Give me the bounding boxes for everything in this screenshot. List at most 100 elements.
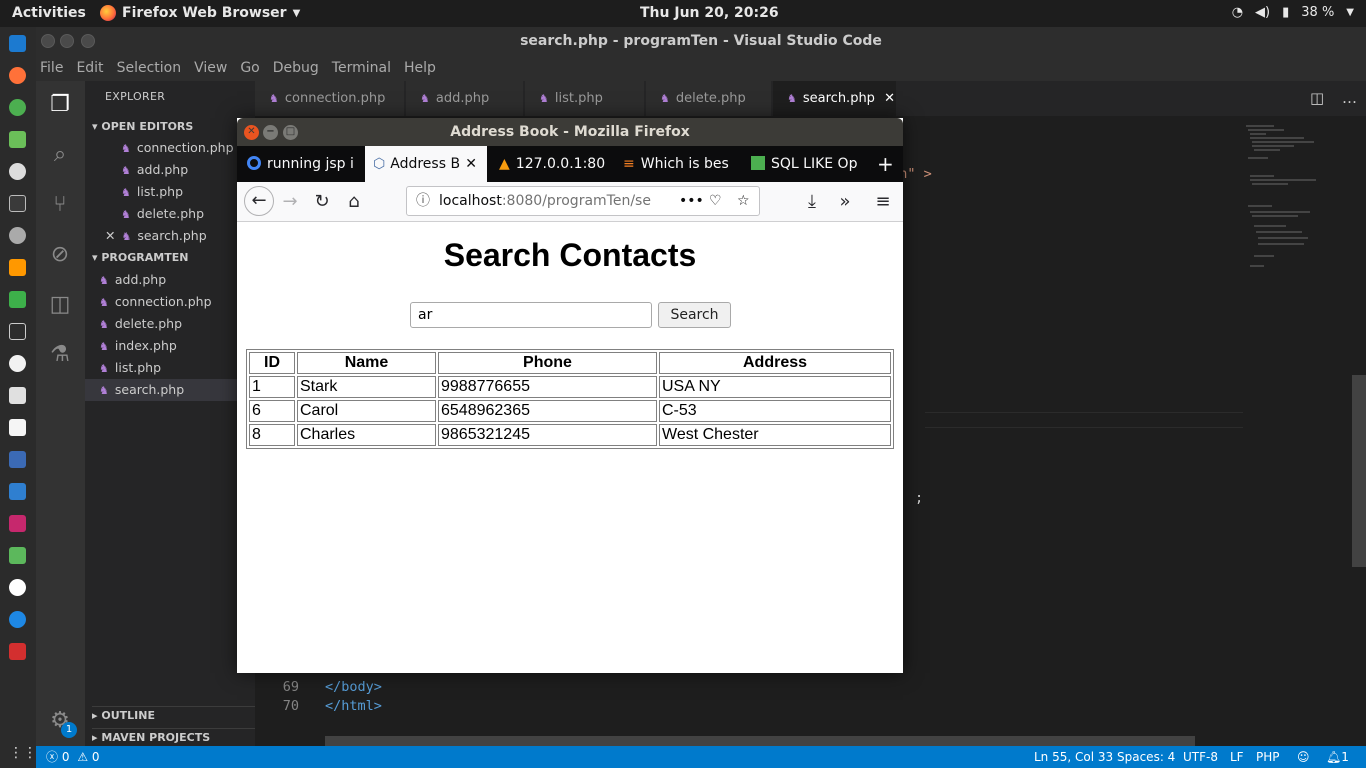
tab-search[interactable]: ♞ search.php ✕	[773, 81, 897, 116]
vscode-title-bar[interactable]: search.php - programTen - Visual Studio …	[36, 27, 1366, 55]
app-dock-icon[interactable]	[9, 355, 26, 372]
more-actions-icon[interactable]: …	[1342, 81, 1357, 116]
menu-selection[interactable]: Selection	[117, 60, 182, 76]
close-icon[interactable]: ✕	[105, 228, 115, 243]
tab-add[interactable]: ♞ add.php	[406, 81, 524, 116]
pocket-icon[interactable]: ♡	[709, 187, 722, 215]
open-editor-item[interactable]: ♞ connection.php	[121, 137, 234, 159]
app-dock-icon[interactable]	[9, 579, 26, 596]
app-dock-icon[interactable]	[9, 547, 26, 564]
language-mode[interactable]: PHP	[1256, 746, 1280, 768]
maximize-window-button[interactable]: □	[283, 125, 298, 140]
app-dock-icon[interactable]	[9, 387, 26, 404]
vertical-scrollbar[interactable]	[1352, 375, 1366, 567]
project-file[interactable]: ♞ list.php	[99, 357, 161, 379]
hamburger-menu-icon[interactable]: ≡	[871, 190, 895, 214]
flask-icon[interactable]: ⚗	[48, 343, 72, 367]
sublime-dock-icon[interactable]	[9, 259, 26, 276]
cursor-position[interactable]: Ln 55, Col 33	[1034, 746, 1113, 768]
clock[interactable]: Thu Jun 20, 20:26	[640, 5, 779, 21]
downloads-button[interactable]: ⤓	[800, 190, 824, 214]
problems-indicator[interactable]: ⓧ 0 ⚠ 0	[46, 746, 100, 768]
firefox-title-bar[interactable]: Address Book - Mozilla Firefox ✕ − □	[237, 118, 903, 146]
app-dock-icon[interactable]	[9, 291, 26, 308]
notifications[interactable]: 🔔︎1	[1326, 746, 1349, 768]
firefox-dock-icon[interactable]	[9, 67, 26, 84]
url-bar[interactable]: ⓘ localhost:8080/programTen/se ••• ♡ ☆	[406, 186, 760, 216]
extensions-icon[interactable]: ◫	[48, 293, 72, 317]
app-dock-icon[interactable]	[9, 195, 26, 212]
new-tab-button[interactable]: +	[877, 146, 894, 182]
menu-go[interactable]: Go	[240, 60, 259, 76]
project-file-selected[interactable]: ♞ search.php	[85, 379, 255, 401]
split-editor-icon[interactable]: ◫	[1310, 81, 1324, 116]
close-icon[interactable]: ✕	[884, 91, 895, 106]
browser-tab[interactable]: SQL LIKE Op	[741, 146, 869, 182]
browser-tab-active[interactable]: ⬡ Address B ✕	[365, 146, 487, 182]
horizontal-scrollbar[interactable]	[325, 736, 1195, 746]
app-menu[interactable]: Firefox Web Browser ▼	[100, 5, 300, 21]
tab-list[interactable]: ♞ list.php	[525, 81, 645, 116]
open-editor-item[interactable]: ♞ add.php	[121, 159, 188, 181]
back-button[interactable]: ←	[244, 186, 274, 216]
menu-help[interactable]: Help	[404, 60, 436, 76]
app-dock-icon[interactable]	[9, 483, 26, 500]
minimap[interactable]	[1244, 116, 1352, 746]
app-dock-icon[interactable]	[9, 515, 26, 532]
chrome-dock-icon[interactable]	[9, 99, 26, 116]
menu-view[interactable]: View	[194, 60, 227, 76]
open-editor-item[interactable]: ♞ delete.php	[121, 203, 204, 225]
open-editor-item[interactable]: ♞ list.php	[121, 181, 183, 203]
debug-icon[interactable]: ⊘	[48, 243, 72, 267]
project-file[interactable]: ♞ index.php	[99, 335, 177, 357]
maven-header[interactable]: ▸ MAVEN PROJECTS	[92, 728, 255, 744]
app-dock-icon[interactable]	[9, 643, 26, 660]
close-window-button[interactable]	[41, 34, 55, 48]
close-tab-icon[interactable]: ✕	[465, 146, 477, 182]
browser-tab[interactable]: running jsp i	[237, 146, 363, 182]
minimize-window-button[interactable]	[60, 34, 74, 48]
home-button[interactable]: ⌂	[342, 190, 366, 214]
app-dock-icon[interactable]	[9, 163, 26, 180]
vscode-dock-icon[interactable]	[9, 35, 26, 52]
line-ending[interactable]: LF	[1230, 746, 1244, 768]
page-actions-icon[interactable]: •••	[679, 187, 704, 215]
indentation[interactable]: Spaces: 4	[1117, 746, 1175, 768]
search-icon[interactable]: ⌕	[48, 143, 72, 167]
overflow-menu-button[interactable]: »	[833, 190, 857, 214]
show-apps-icon[interactable]: ⋮⋮	[9, 745, 37, 761]
reload-button[interactable]: ↻	[310, 190, 334, 214]
open-editors-header[interactable]: ▾ OPEN EDITORS	[92, 120, 193, 133]
browser-tab[interactable]: ▲ 127.0.0.1:80	[489, 146, 611, 182]
search-input[interactable]	[410, 302, 652, 328]
source-control-icon[interactable]: ⑂	[48, 193, 72, 217]
activities-button[interactable]: Activities	[12, 5, 86, 21]
forward-button[interactable]: →	[278, 190, 302, 214]
menu-file[interactable]: File	[40, 60, 63, 76]
search-button[interactable]: Search	[658, 302, 731, 328]
project-file[interactable]: ♞ connection.php	[99, 291, 212, 313]
app-dock-icon[interactable]	[9, 611, 26, 628]
app-dock-icon[interactable]	[9, 131, 26, 148]
project-file[interactable]: ♞ delete.php	[99, 313, 182, 335]
menu-edit[interactable]: Edit	[76, 60, 103, 76]
browser-tab[interactable]: ≡ Which is bes	[613, 146, 739, 182]
terminal-dock-icon[interactable]	[9, 323, 26, 340]
outline-header[interactable]: ▸ OUTLINE	[92, 706, 255, 722]
maximize-window-button[interactable]	[81, 34, 95, 48]
tab-delete[interactable]: ♞ delete.php	[646, 81, 772, 116]
minimize-window-button[interactable]: −	[263, 125, 278, 140]
close-window-button[interactable]: ✕	[244, 125, 259, 140]
bookmark-star-icon[interactable]: ☆	[737, 187, 750, 215]
tab-connection[interactable]: ♞ connection.php	[255, 81, 405, 116]
system-tray[interactable]: ◔ ◀) ▮ 38 % ▼	[1232, 5, 1354, 20]
project-header[interactable]: ▾ PROGRAMTEN	[92, 251, 188, 264]
app-dock-icon[interactable]	[9, 451, 26, 468]
explorer-icon[interactable]: ❐	[48, 93, 72, 117]
feedback-icon[interactable]: ☺	[1297, 746, 1310, 768]
encoding[interactable]: UTF-8	[1183, 746, 1218, 768]
open-editor-item-active[interactable]: ✕ ♞ search.php	[105, 225, 207, 247]
menu-terminal[interactable]: Terminal	[332, 60, 391, 76]
project-file[interactable]: ♞ add.php	[99, 269, 166, 291]
app-dock-icon[interactable]	[9, 227, 26, 244]
